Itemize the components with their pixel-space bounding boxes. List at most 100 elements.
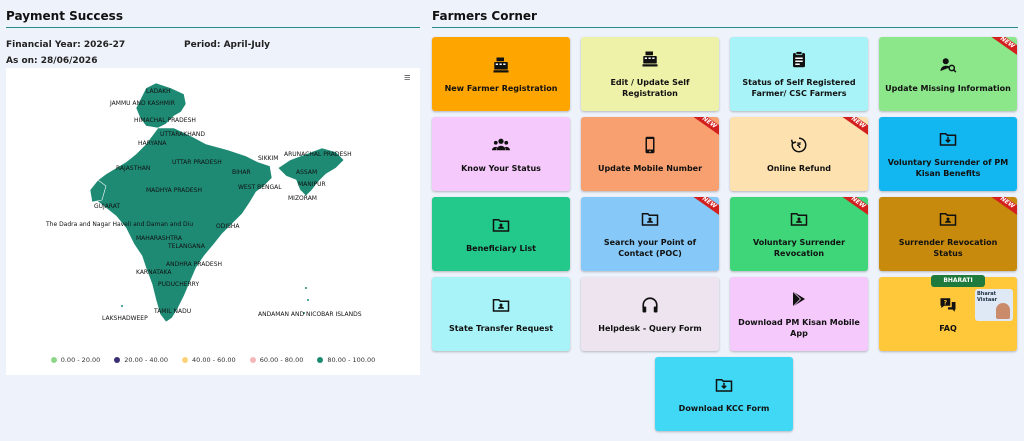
tile-voluntary-surrender-of-pm-kisan-benefits[interactable]: Voluntary Surrender of PM Kisan Benefits [879,117,1017,191]
map-label-odisha: ODISHA [216,223,240,230]
legend-item[interactable]: 0.00 - 20.00 [50,356,101,364]
folder-user-icon [938,209,958,229]
tile-label: Voluntary Surrender Revocation [752,238,846,258]
user-search-icon [938,55,958,75]
map-label-jk: JAMMU AND KASHMIR [109,100,175,107]
tile-edit-update-self-registration[interactable]: Edit / Update Self Registration [581,37,719,111]
bharati-badge[interactable]: BHARATI [931,275,985,287]
tile-label: New Farmer Registration [444,83,558,93]
tile-beneficiary-list[interactable]: Beneficiary List [432,197,570,271]
tile-label: Download KCC Form [678,403,770,413]
period: Period: April-July [184,40,271,50]
tile-search-your-point-of-contact-poc[interactable]: Search your Point of Contact (POC) NEW [581,197,719,271]
map-menu-icon[interactable]: ≡ [404,73,414,84]
map-label-ladakh: LADAKH [146,88,171,95]
legend-item[interactable]: 60.00 - 80.00 [249,356,304,364]
map-label-karnataka: KARNATAKA [136,269,172,276]
financial-year: Financial Year: 2026-27 [6,40,126,50]
clipboard-icon [789,49,809,69]
map-label-telangana: TELANGANA [167,243,206,250]
tile-state-transfer-request[interactable]: State Transfer Request [432,277,570,351]
legend-label: 20.00 - 40.00 [124,356,168,364]
payment-success-title: Payment Success [6,9,123,23]
map-label-puducherry: PUDUCHERRY [158,281,199,288]
map-label-mp: MADHYA PRADESH [146,187,202,194]
map-label-ap: ANDHRA PRADESH [166,261,222,268]
tile-update-missing-information[interactable]: Update Missing Information NEW [879,37,1017,111]
map-label-andaman: ANDAMAN AND NICOBAR ISLANDS [258,311,362,318]
register-icon [491,55,511,75]
mobile-icon [640,135,660,155]
tile-label: Edit / Update Self Registration [610,78,690,98]
map-label-gujarat: GUJARAT [94,203,120,210]
tile-label: Surrender Revocation Status [898,238,998,258]
map-label-uk: UTTARAKHAND [160,131,205,138]
new-badge: NEW [836,197,868,221]
map-label-haryana: HARYANA [138,140,167,147]
play-store-icon [789,289,809,309]
faq-icon: ? [938,295,958,315]
payment-divider [6,27,420,28]
tile-status-of-self-registered-farmer-csc-farmers[interactable]: Status of Self Registered Farmer/ CSC Fa… [730,37,868,111]
india-map: LADAKH JAMMU AND KASHMIR HIMACHAL PRADES… [6,68,420,375]
payment-success-panel: Payment Success Financial Year: 2026-27 … [6,0,420,441]
map-label-bihar: BIHAR [232,169,251,176]
register-icon [640,49,660,69]
new-badge: NEW [985,37,1017,61]
tile-label: Status of Self Registered Farmer/ CSC Fa… [742,78,856,98]
tile-faq[interactable]: ? FAQ Bharat Vistaar [879,277,1017,351]
vistaar-text: Bharat Vistaar [977,291,998,303]
farmers-corner-title: Farmers Corner [432,9,537,23]
legend-label: 80.00 - 100.00 [327,356,376,364]
legend-item[interactable]: 80.00 - 100.00 [317,356,375,364]
new-badge: NEW [687,197,719,221]
map-label-tn: TAMIL NADU [153,308,191,315]
map-label-assam: ASSAM [296,169,317,176]
svg-text:₹: ₹ [796,141,801,150]
legend-dot [114,357,121,363]
tile-update-mobile-number[interactable]: Update Mobile Number NEW [581,117,719,191]
folder-download-icon [938,129,958,149]
svg-text:?: ? [944,299,948,306]
legend-dot [182,357,188,363]
tile-voluntary-surrender-revocation[interactable]: Voluntary Surrender Revocation NEW [730,197,868,271]
india-map-svg: LADAKH JAMMU AND KASHMIR HIMACHAL PRADES… [45,82,362,323]
map-label-dnh: The Dadra and Nagar Haveli and Daman and… [45,221,193,228]
rupee-refund-icon: ₹ [789,135,809,155]
users-icon [491,135,511,155]
tile-label: Voluntary Surrender of PM Kisan Benefits [887,158,1009,178]
folder-user-icon [491,215,511,235]
folder-user-icon [789,209,809,229]
tile-label: Download PM Kisan Mobile App [738,318,860,338]
tile-new-farmer-registration[interactable]: New Farmer Registration [432,37,570,111]
tile-know-your-status[interactable]: Know Your Status [432,117,570,191]
farmers-divider [432,27,1018,28]
tile-label: Search your Point of Contact (POC) [603,238,697,258]
new-badge: NEW [687,117,719,141]
legend-dot [249,357,256,363]
map-label-arunachal: ARUNACHAL PRADESH [284,151,352,158]
legend-item[interactable]: 40.00 - 60.00 [182,356,236,364]
map-label-mizoram: MIZORAM [288,195,317,202]
map-label-rajasthan: RAJASTHAN [116,165,150,172]
tile-surrender-revocation-status[interactable]: Surrender Revocation Status NEW [879,197,1017,271]
tile-label: Beneficiary List [466,243,536,253]
map-label-manipur: MANIPUR [298,181,326,188]
legend-label: 0.00 - 20.00 [60,356,101,364]
legend-label: 60.00 - 80.00 [259,356,304,364]
tile-label: Know Your Status [461,163,541,173]
tile-online-refund[interactable]: ₹ Online Refund NEW [730,117,868,191]
map-label-sikkim: SIKKIM [258,155,278,162]
legend-item[interactable]: 20.00 - 40.00 [114,356,168,364]
tile-label: Update Mobile Number [597,163,703,173]
as-on-date: As on: 28/06/2026 [6,56,98,66]
tile-download-kcc-form[interactable]: Download KCC Form [655,357,793,431]
tile-download-pm-kisan-mobile-app[interactable]: Download PM Kisan Mobile App [730,277,868,351]
folder-download-icon [714,375,734,395]
tile-label: Online Refund [766,163,832,173]
tile-helpdesk-query-form[interactable]: Helpdesk - Query Form [581,277,719,351]
legend-dot [317,357,324,363]
new-badge: NEW [836,117,868,141]
bharat-vistaar-logo[interactable]: Bharat Vistaar [975,289,1013,321]
map-label-lakshadweep: LAKSHADWEEP [102,315,148,322]
